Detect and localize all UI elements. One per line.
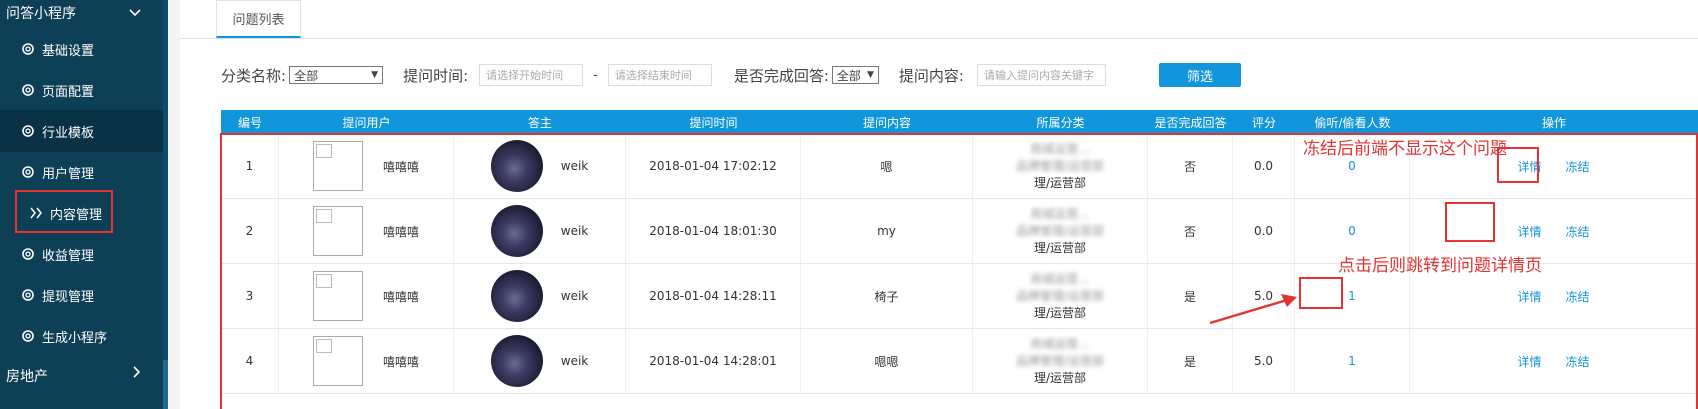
table-header: 编号 提问用户 答主 提问时间 提问内容 所属分类 是否完成回答 评分 偷听/偷… xyxy=(221,110,1698,134)
col-header: 操作 xyxy=(1541,115,1566,130)
col-header: 答主 xyxy=(527,115,552,130)
sidebar-item-revenue-management[interactable]: 收益管理 xyxy=(0,233,165,275)
done-select[interactable]: 全部 ▼ xyxy=(831,66,879,84)
category-select-value: 全部 xyxy=(294,68,319,83)
col-header: 提问用户 xyxy=(342,115,391,130)
sidebar-item-label: 生成小程序 xyxy=(42,330,108,346)
gear-icon xyxy=(20,164,36,180)
sidebar-item-label: 收益管理 xyxy=(42,248,95,264)
gear-icon xyxy=(20,123,36,139)
sidebar-item-label: 行业模板 xyxy=(42,125,95,141)
tab-bar: 问题列表 xyxy=(180,0,1698,39)
sidebar-item-user-management[interactable]: 用户管理 xyxy=(0,151,165,193)
col-header: 偷听/偷看人数 xyxy=(1314,115,1391,130)
caret-down-icon: ▼ xyxy=(371,70,379,80)
sidebar-item-withdraw-management[interactable]: 提现管理 xyxy=(0,274,165,316)
sidebar-item-page-config[interactable]: 页面配置 xyxy=(0,69,165,111)
chevron-right-icon xyxy=(133,366,141,392)
gear-icon xyxy=(20,82,36,98)
sidebar-section-header-realestate[interactable]: 房地产 xyxy=(0,366,165,392)
col-header: 提问内容 xyxy=(862,115,911,130)
content-label: 提问内容: xyxy=(898,66,964,85)
sidebar-scrollbar[interactable] xyxy=(163,0,168,409)
sidebar-item-generate-miniprogram[interactable]: 生成小程序 xyxy=(0,315,165,357)
time-label: 提问时间: xyxy=(403,66,469,85)
sidebar-item-basic-settings[interactable]: 基础设置 xyxy=(0,28,165,70)
sidebar-item-label: 用户管理 xyxy=(42,166,95,182)
annotation-box-views xyxy=(1299,277,1343,309)
chevron-down-icon xyxy=(129,5,141,21)
content-search-input[interactable]: 请输入提问内容关键字 xyxy=(976,64,1106,86)
annotation-box-content-management xyxy=(15,190,113,233)
sidebar-item-industry-template[interactable]: 行业模板 xyxy=(0,110,165,152)
done-select-value: 全部 xyxy=(836,68,861,83)
sidebar-item-label: 页面配置 xyxy=(42,84,95,100)
category-label: 分类名称: xyxy=(221,66,287,85)
sidebar-section-header[interactable]: 问答小程序 xyxy=(0,0,165,26)
time-separator: - xyxy=(593,67,598,83)
annotation-arrow-icon xyxy=(1209,294,1297,325)
caret-down-icon: ▼ xyxy=(866,70,874,80)
annotation-freeze-note: 冻结后前端不显示这个问题 xyxy=(1303,139,1507,159)
gear-icon xyxy=(20,41,36,57)
filter-bar: 分类名称: 全部 ▼ 提问时间: 请选择开始时间 - 请选择结束时间 是否完成回… xyxy=(221,60,1241,90)
col-header: 是否完成回答 xyxy=(1154,115,1227,130)
tab-question-list[interactable]: 问题列表 xyxy=(216,0,301,38)
gear-icon xyxy=(20,246,36,262)
start-time-input[interactable]: 请选择开始时间 xyxy=(479,64,584,86)
gear-icon xyxy=(20,287,36,303)
sidebar-footer-title: 房地产 xyxy=(6,369,48,385)
end-time-input[interactable]: 请选择结束时间 xyxy=(607,64,712,86)
gear-icon xyxy=(20,328,36,344)
scrollbar-thumb[interactable] xyxy=(163,360,168,409)
annotation-detail-note: 点击后则跳转到问题详情页 xyxy=(1338,256,1542,276)
col-header: 提问时间 xyxy=(689,115,738,130)
sidebar-item-label: 基础设置 xyxy=(42,43,95,59)
done-label: 是否完成回答: xyxy=(733,66,829,85)
col-header: 评分 xyxy=(1251,115,1276,130)
sidebar-item-label: 提现管理 xyxy=(42,289,95,305)
col-header: 所属分类 xyxy=(1036,115,1085,130)
sidebar-section-title: 问答小程序 xyxy=(6,6,76,22)
category-select[interactable]: 全部 ▼ xyxy=(289,66,384,84)
annotation-box-detail xyxy=(1445,202,1495,242)
filter-button[interactable]: 筛选 xyxy=(1158,63,1241,87)
col-header: 编号 xyxy=(237,115,262,130)
